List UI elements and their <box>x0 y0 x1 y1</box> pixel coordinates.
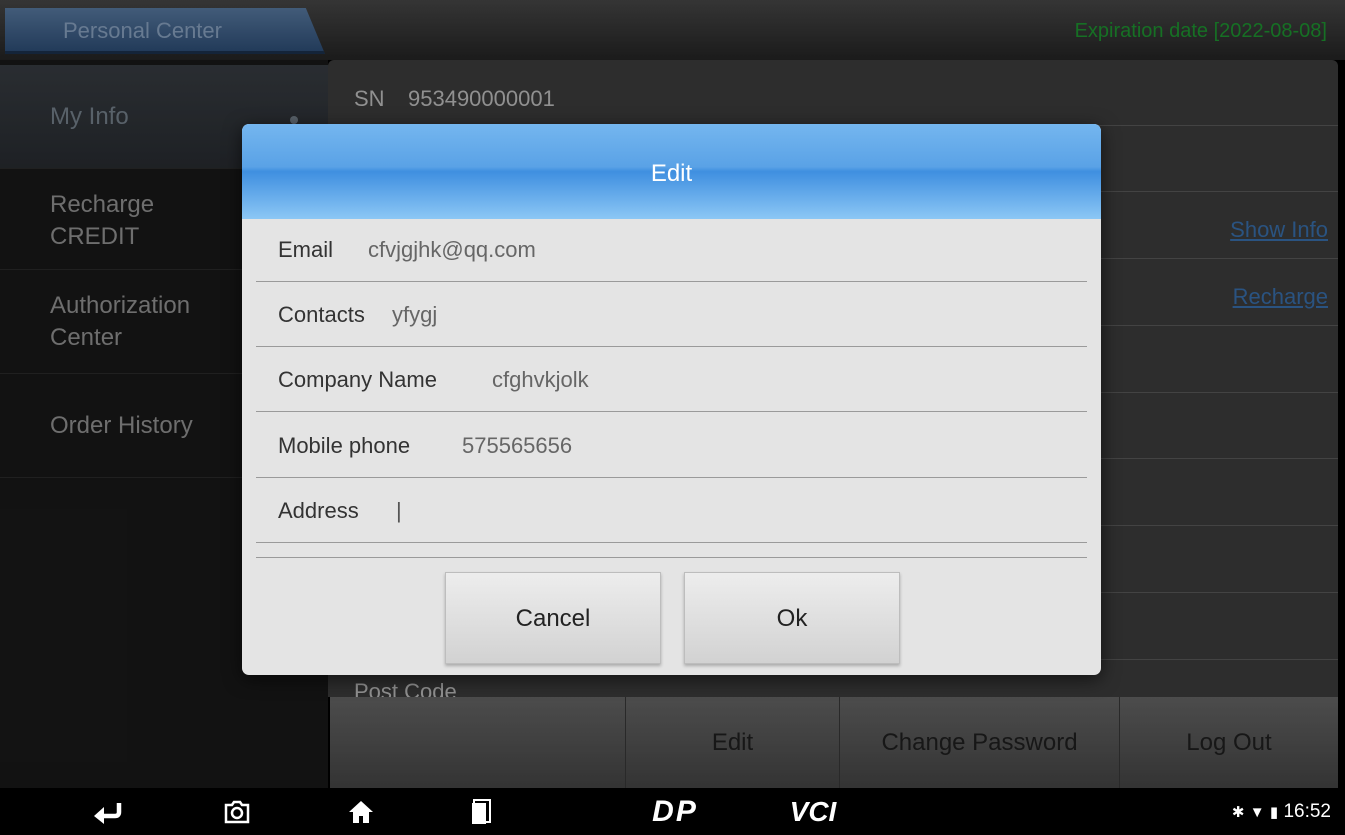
contacts-field[interactable]: Contacts yfygj <box>256 282 1087 347</box>
email-label: Email <box>278 237 334 262</box>
contacts-value: yfygj <box>392 302 438 327</box>
dp-app-icon[interactable]: DP <box>640 788 710 835</box>
cancel-button[interactable]: Cancel <box>445 572 661 664</box>
mobile-phone-field[interactable]: Mobile phone 575565656 <box>256 413 1087 478</box>
email-field[interactable]: Email cfvjgjhk@qq.com <box>256 217 1087 282</box>
company-name-label: Company Name <box>278 367 437 392</box>
bluetooth-icon: ✱ <box>1231 804 1245 821</box>
battery-icon: ▮ <box>1269 804 1279 821</box>
company-name-field[interactable]: Company Name cfghvkjolk <box>256 347 1087 412</box>
address-field[interactable]: Address | <box>256 478 1087 543</box>
camera-icon[interactable] <box>212 788 262 835</box>
edit-dialog: Edit Email cfvjgjhk@qq.com Contacts yfyg… <box>242 124 1101 675</box>
recent-apps-icon[interactable] <box>456 788 506 835</box>
wifi-icon: ▼ <box>1249 804 1265 821</box>
company-name-value: cfghvkjolk <box>492 367 589 392</box>
back-icon[interactable] <box>82 788 132 835</box>
mobile-phone-value: 575565656 <box>462 433 573 458</box>
contacts-label: Contacts <box>278 302 365 327</box>
vci-app-icon[interactable]: VCI <box>778 788 848 835</box>
status-area: ✱ ▼ ▮ 16:52 <box>1232 788 1331 835</box>
text-cursor: | <box>396 498 402 523</box>
address-label: Address <box>278 498 359 523</box>
home-icon[interactable] <box>336 788 386 835</box>
clock: 16:52 <box>1283 801 1331 822</box>
email-value: cfvjgjhk@qq.com <box>368 237 536 262</box>
divider <box>256 557 1087 558</box>
ok-button[interactable]: Ok <box>684 572 900 664</box>
system-nav-bar: DP VCI ✱ ▼ ▮ 16:52 <box>0 788 1345 835</box>
mobile-phone-label: Mobile phone <box>278 433 411 458</box>
dialog-title: Edit <box>242 124 1101 219</box>
